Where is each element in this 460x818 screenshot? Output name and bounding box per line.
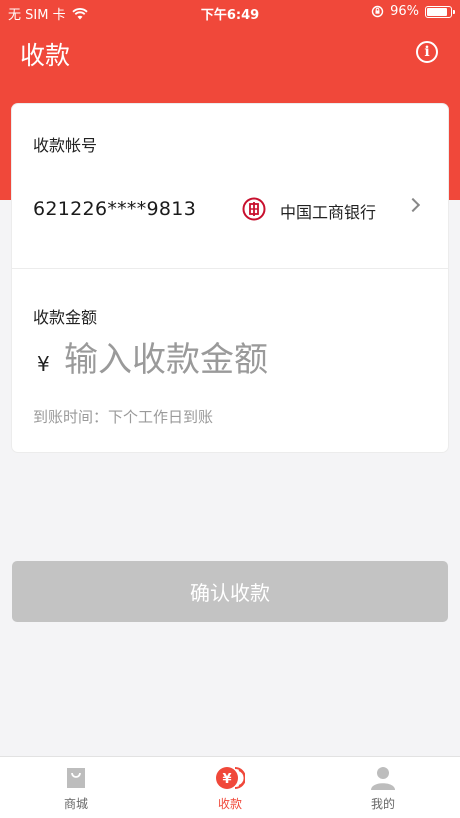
account-number: 621226****9813 [33,198,197,220]
tab-label-receive: 收款 [217,797,242,811]
tab-label-mine: 我的 [370,797,395,811]
battery-percent: 96% [390,4,419,19]
account-label: 收款帐号 [33,136,98,155]
divider [12,268,448,269]
account-selector[interactable]: 621226****9813 中国工商银行 [12,186,448,232]
battery-fill [427,7,448,16]
amount-input[interactable] [64,336,434,384]
orientation-lock-icon [371,5,384,18]
amount-label: 收款金额 [33,308,98,327]
yen-coin-icon: ¥ [216,767,245,789]
icbc-logo-icon [242,197,266,221]
battery-icon [425,5,455,18]
info-icon[interactable]: i [416,41,438,63]
arrival-time-note: 到账时间：下个工作日到账 [33,408,214,426]
nav-bar: 收款 i [0,24,460,80]
status-bar: 无 SIM 卡 下午6:49 96% [0,0,460,24]
page-title: 收款 [20,41,71,70]
tab-label-shop: 商城 [63,797,88,811]
bank-name: 中国工商银行 [280,203,377,222]
confirm-receive-button[interactable]: 确认收款 [12,561,448,622]
tab-bar: 商城 ¥ 收款 我的 [0,756,460,818]
tab-mine[interactable]: 我的 [323,757,443,818]
payment-card: 收款帐号 621226****9813 中国工商银行 收款金额 ¥ 到账时间：下… [12,104,448,452]
tab-receive[interactable]: ¥ 收款 [170,757,290,818]
currency-symbol: ¥ [37,352,50,376]
status-right: 96% [371,4,455,19]
screen: 无 SIM 卡 下午6:49 96% 收款 i 收款帐号 621226****9… [0,0,460,818]
person-icon [371,767,395,790]
svg-text:¥: ¥ [222,772,231,787]
chevron-right-icon [405,197,421,213]
shopping-bag-icon [67,768,85,788]
tab-shop[interactable]: 商城 [16,757,136,818]
amount-row: ¥ [12,336,434,386]
